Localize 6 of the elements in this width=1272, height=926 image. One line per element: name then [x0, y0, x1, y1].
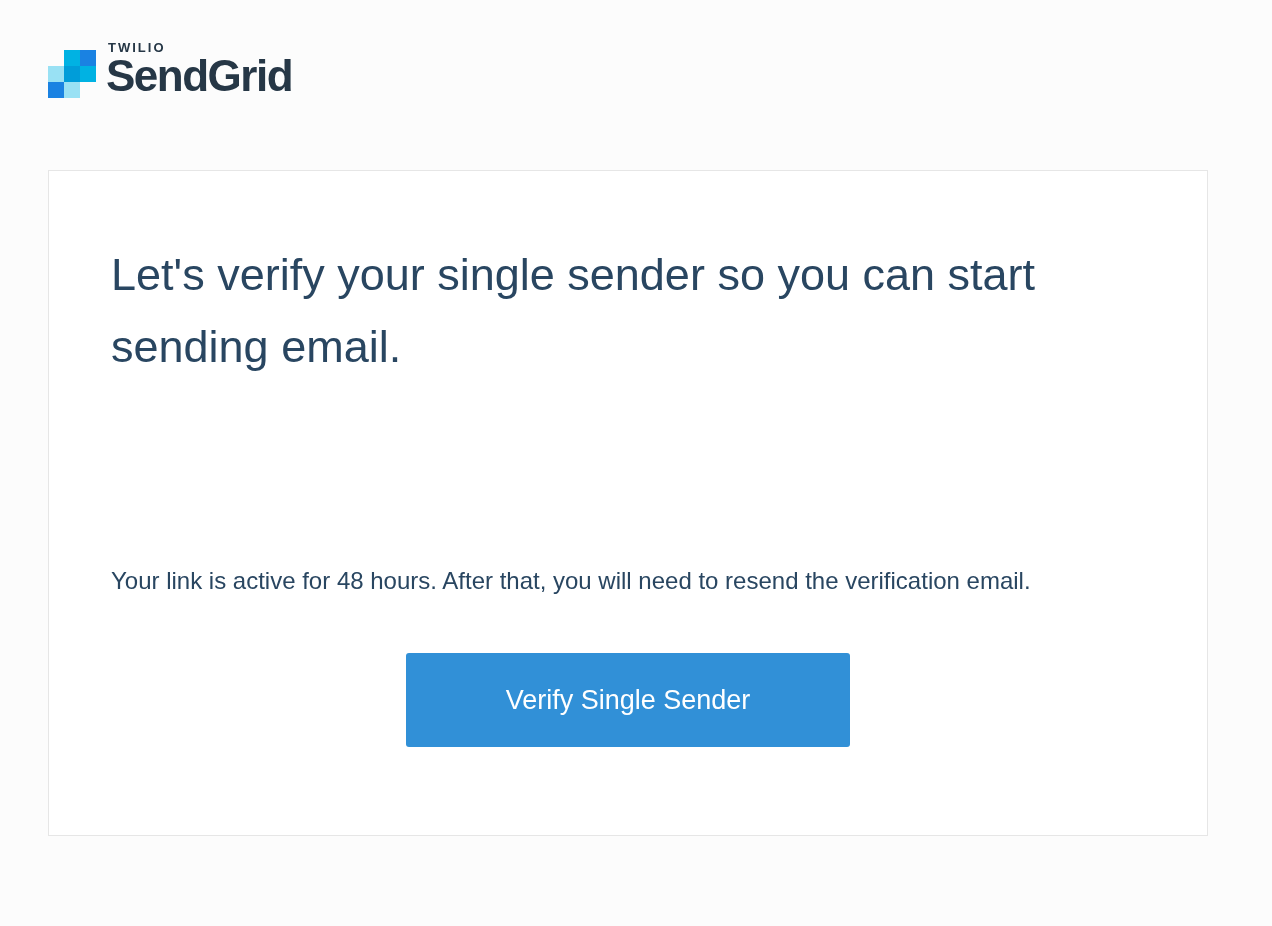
- logo-icon: [48, 50, 96, 98]
- logo-subtitle: TWILIO: [108, 41, 167, 54]
- verify-button[interactable]: Verify Single Sender: [406, 653, 850, 747]
- logo-text: SendGrid: [106, 54, 293, 98]
- info-text: Your link is active for 48 hours. After that, you will need to resend the verification email.: [111, 566, 1032, 596]
- heading: Let's verify your single sender so you can start sending email.: [111, 248, 1037, 374]
